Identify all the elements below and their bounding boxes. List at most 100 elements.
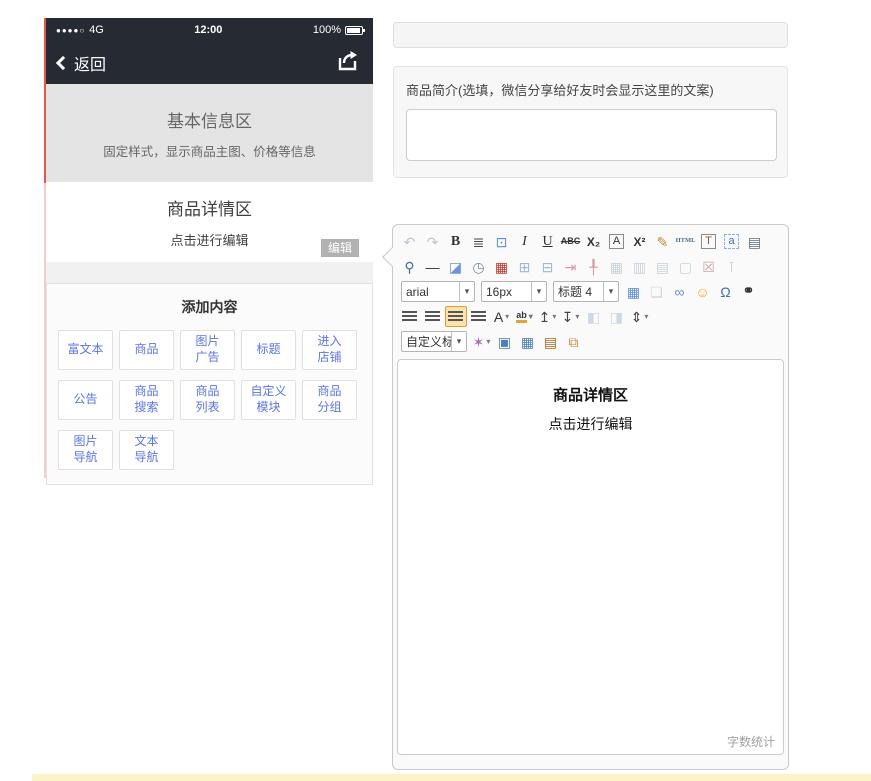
add-content-button[interactable]: 自定义 模块: [241, 380, 296, 420]
custom-title-select[interactable]: 自定义标题▾: [401, 331, 467, 352]
word-count-label[interactable]: 字数统计: [727, 733, 775, 750]
basic-info-module: 基本信息区 固定样式，显示商品主图、价格等信息: [46, 84, 373, 182]
time-icon[interactable]: ◷: [468, 256, 490, 277]
delete-table-icon: ☒: [698, 256, 720, 277]
table-rows-icon: ▤: [652, 256, 674, 277]
magic-wand-icon[interactable]: ✶▾: [471, 331, 493, 352]
heading-select[interactable]: 标题 4▾: [553, 281, 619, 302]
add-content-button[interactable]: 公告: [58, 380, 113, 420]
html-source-icon[interactable]: HTML: [675, 231, 697, 252]
highlight-color-icon[interactable]: ab▾: [514, 306, 536, 327]
back-button[interactable]: 返回: [74, 51, 106, 75]
insert-row-icon[interactable]: ⊟: [537, 256, 559, 277]
editor-toolbar-row-3: arial▾ 16px▾ 标题 4▾▦❏∞☺Ω⚭: [396, 279, 785, 304]
add-content-button[interactable]: 图片 导航: [58, 430, 113, 470]
edit-badge[interactable]: 编辑: [321, 239, 359, 257]
heading-select-arrow[interactable]: ▾: [603, 282, 618, 301]
italic-icon[interactable]: I: [514, 231, 536, 252]
print-icon[interactable]: ▤: [744, 231, 766, 252]
add-content-button[interactable]: 商品 分组: [302, 380, 357, 420]
text-table-icon: ⊺: [721, 256, 743, 277]
paragraph-space-bottom-icon[interactable]: ↧▾: [560, 306, 582, 327]
underline-icon[interactable]: U: [537, 231, 559, 252]
add-content-button[interactable]: 富文本: [58, 330, 113, 370]
phone-status-bar: ●●●●○ 4G 12:00 100%: [46, 18, 373, 42]
table-grid-icon[interactable]: ▦: [517, 331, 539, 352]
font-family-select[interactable]: arial▾: [401, 281, 475, 302]
hr-icon[interactable]: —: [422, 256, 444, 277]
align-center-icon[interactable]: [445, 306, 467, 327]
preview-icon[interactable]: ⚲: [399, 256, 421, 277]
product-brief-label: 商品简介(选填，微信分享给好友时会显示这里的文案): [406, 80, 775, 99]
basic-info-title: 基本信息区: [167, 107, 252, 132]
font-size-select-arrow[interactable]: ▾: [531, 282, 546, 301]
table-cell-icon: ▢: [675, 256, 697, 277]
detail-module-title: 商品详情区: [167, 195, 252, 220]
phone-preview: ●●●●○ 4G 12:00 100% 返回 基本信息区 固定样式，显示商品主图…: [46, 18, 373, 485]
layers-icon: ❏: [646, 281, 668, 302]
detail-module-subtitle: 点击进行编辑: [170, 230, 248, 249]
basic-info-subtitle: 固定样式，显示商品主图、价格等信息: [103, 141, 316, 160]
font-size-select[interactable]: 16px▾: [481, 281, 547, 302]
line-height-icon[interactable]: ⇕▾: [629, 306, 651, 327]
superscript-icon[interactable]: X²: [629, 231, 651, 252]
editor-content-area[interactable]: 商品详情区 点击进行编辑 字数统计: [397, 359, 784, 755]
insert-table-icon[interactable]: ▦: [623, 281, 645, 302]
split-cell-icon[interactable]: ╀: [583, 256, 605, 277]
add-content-button[interactable]: 商品 搜索: [119, 380, 174, 420]
bold-icon[interactable]: B: [445, 231, 467, 252]
rich-text-editor: ↶↷B≣⊡IUABCX₂AX²✎HTMLTa▤ ⚲—◪◷▦⊞⊟⇥╀▦▥▤▢☒⊺ …: [392, 224, 789, 770]
back-chevron-icon[interactable]: [56, 56, 70, 70]
align-right-icon[interactable]: [422, 306, 444, 327]
outdent-icon: ◧: [583, 306, 605, 327]
find-replace-icon[interactable]: ⚭: [738, 281, 760, 302]
network-type-label: 4G: [89, 24, 104, 36]
editor-toolbar-row-1: ↶↷B≣⊡IUABCX₂AX²✎HTMLTa▤: [396, 229, 785, 254]
indent-icon: ◨: [606, 306, 628, 327]
format-brush-icon[interactable]: ≣: [468, 231, 490, 252]
battery-percent-label: 100%: [313, 24, 341, 36]
add-content-button[interactable]: 商品: [119, 330, 174, 370]
paste-text-icon[interactable]: T: [698, 231, 720, 252]
insert-col-icon[interactable]: ⊞: [514, 256, 536, 277]
font-family-select-arrow[interactable]: ▾: [459, 282, 474, 301]
bottom-highlight-strip: [32, 774, 871, 781]
editor-content-title: 商品详情区: [398, 384, 783, 405]
justify-icon[interactable]: [468, 306, 490, 327]
add-content-button[interactable]: 进入 店铺: [302, 330, 357, 370]
clipboard-icon[interactable]: ▤: [540, 331, 562, 352]
editor-toolbar-row-5: 自定义标题▾✶▾▣▦▤⧉: [396, 329, 785, 354]
product-brief-textarea[interactable]: [406, 109, 777, 161]
eraser-icon[interactable]: ◪: [445, 256, 467, 277]
remove-format-icon[interactable]: ✎: [652, 231, 674, 252]
char-border-icon[interactable]: A: [606, 231, 628, 252]
emoticon-icon[interactable]: ☺: [692, 281, 714, 302]
date-icon[interactable]: ▦: [491, 256, 513, 277]
align-left-icon[interactable]: [399, 306, 421, 327]
font-color-icon[interactable]: A▾: [491, 306, 513, 327]
add-content-panel: 添加内容 富文本商品图片 广告标题进入 店铺公告商品 搜索商品 列表自定义 模块…: [46, 283, 373, 485]
subscript-icon[interactable]: X₂: [583, 231, 605, 252]
screen-app-icon[interactable]: ▣: [494, 331, 516, 352]
battery-icon: [345, 26, 363, 35]
product-title-input[interactable]: [393, 22, 788, 48]
add-content-button[interactable]: 文本 导航: [119, 430, 174, 470]
add-content-button[interactable]: 商品 列表: [180, 380, 235, 420]
anchor-icon[interactable]: a: [721, 231, 743, 252]
paragraph-space-top-icon[interactable]: ↥▾: [537, 306, 559, 327]
special-char-icon[interactable]: Ω: [715, 281, 737, 302]
detail-module[interactable]: 商品详情区 点击进行编辑 编辑: [46, 182, 373, 262]
merge-cell-icon[interactable]: ⇥: [560, 256, 582, 277]
redo-icon: ↷: [422, 231, 444, 252]
share-icon[interactable]: [335, 49, 361, 78]
format-painter-icon[interactable]: ⊡: [491, 231, 513, 252]
custom-title-select-arrow[interactable]: ▾: [451, 332, 466, 351]
link-icon[interactable]: ∞: [669, 281, 691, 302]
add-content-button[interactable]: 图片 广告: [180, 330, 235, 370]
product-brief-panel: 商品简介(选填，微信分享给好友时会显示这里的文案): [393, 66, 788, 178]
clock-label: 12:00: [104, 24, 313, 36]
table-cols-icon: ▥: [629, 256, 651, 277]
add-content-button[interactable]: 标题: [241, 330, 296, 370]
strikethrough-icon[interactable]: ABC: [560, 231, 582, 252]
multi-image-icon[interactable]: ⧉: [563, 331, 585, 352]
